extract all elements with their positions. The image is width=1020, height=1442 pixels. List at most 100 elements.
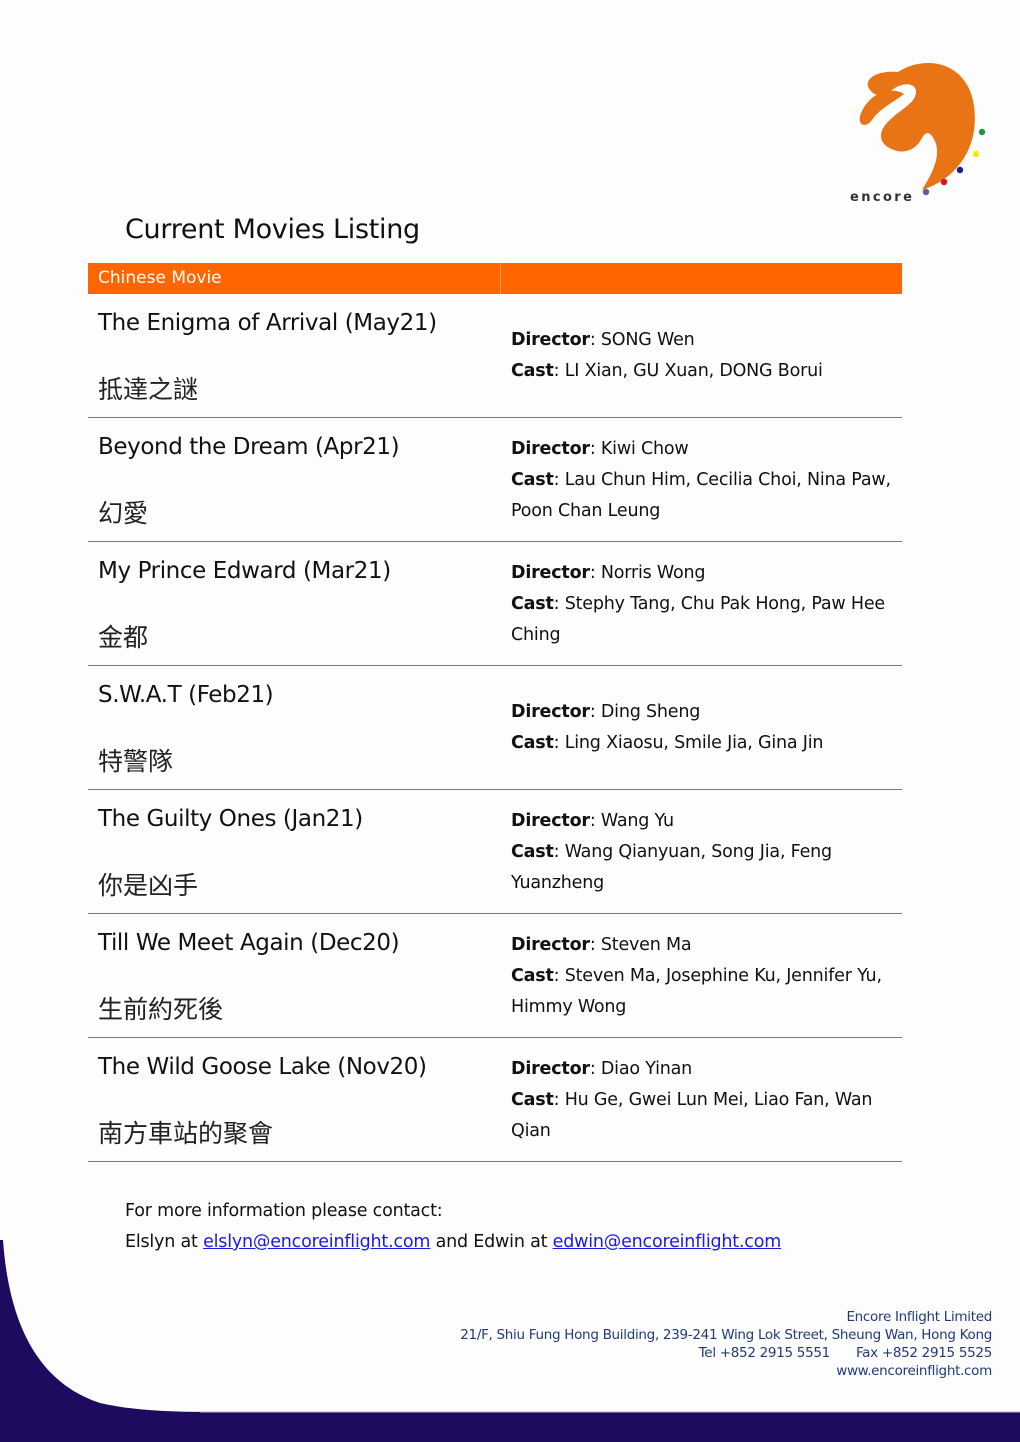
cast-label: Cast <box>511 733 554 753</box>
movie-title: The Enigma of Arrival (May21) <box>98 310 437 336</box>
cast-line: Cast: Steven Ma, Josephine Ku, Jennifer … <box>511 966 882 1017</box>
movie-title-cell: The Guilty Ones (Jan21) 你是凶手 <box>88 790 501 913</box>
movie-row: Till We Meet Again (Dec20) 生前約死後 Director:… <box>88 914 902 1038</box>
movie-credits-cell: Director: Norris Wong Cast: Stephy Tang, … <box>501 542 902 665</box>
movie-row: My Prince Edward (Mar21) 金都 Director: Norr… <box>88 542 902 666</box>
movie-title-cell: S.W.A.T (Feb21) 特警隊 <box>88 666 501 789</box>
director-value: Norris Wong <box>600 563 706 583</box>
director-line: Director: Diao Yinan <box>511 1059 693 1079</box>
movie-credits-cell: Director: Wang Yu Cast: Wang Qianyuan, So… <box>501 790 902 913</box>
cast-line: Cast: Wang Qianyuan, Song Jia, Feng Yuan… <box>511 842 832 893</box>
cast-label: Cast <box>511 594 554 614</box>
logo-dot-green-icon <box>978 128 986 136</box>
director-label: Director <box>511 811 590 831</box>
footer-address-block: Encore Inflight Limited 21/F, Shiu Fung … <box>460 1308 992 1380</box>
footer-website[interactable]: www.encoreinflight.com <box>460 1362 992 1380</box>
director-label: Director <box>511 330 590 350</box>
movie-credits: Director: Kiwi Chow Cast: Lau Chun Him, C… <box>511 434 894 527</box>
movie-title-cell: Till We Meet Again (Dec20) 生前約死後 <box>88 914 501 1037</box>
footer-company: Encore Inflight Limited <box>846 1309 992 1325</box>
movie-title-cell: My Prince Edward (Mar21) 金都 <box>88 542 501 665</box>
movie-title-cell: The Enigma of Arrival (May21) 抵達之謎 <box>88 294 501 417</box>
cast-value: LI Xian, GU Xuan, DONG Borui <box>564 361 823 381</box>
movie-title-cell: Beyond the Dream (Apr21) 幻愛 <box>88 418 501 541</box>
movie-chinese-title: 金都 <box>98 623 149 652</box>
director-line: Director: Kiwi Chow <box>511 439 689 459</box>
movie-row: The Wild Goose Lake (Nov20) 南方車站的聚會 Direct… <box>88 1038 902 1162</box>
movie-chinese-title: 生前約死後 <box>98 995 224 1024</box>
movie-chinese-title: 你是凶手 <box>98 871 199 900</box>
cast-label: Cast <box>511 361 554 381</box>
cast-value: Stephy Tang, Chu Pak Hong, Paw Hee Ching <box>511 594 886 645</box>
movie-title: The Wild Goose Lake (Nov20) <box>98 1054 427 1080</box>
cast-line: Cast: Lau Chun Him, Cecilia Choi, Nina P… <box>511 470 891 521</box>
movie-credits: Director: Wang Yu Cast: Wang Qianyuan, So… <box>511 806 894 899</box>
movie-chinese-title: 南方車站的聚會 <box>98 1119 274 1148</box>
movie-credits: Director: Norris Wong Cast: Stephy Tang, … <box>511 558 894 651</box>
cast-line: Cast: Ling Xiaosu, Smile Jia, Gina Jin <box>511 733 824 753</box>
director-label: Director <box>511 563 590 583</box>
movie-title: S.W.A.T (Feb21) <box>98 682 274 708</box>
cast-value: Hu Ge, Gwei Lun Mei, Liao Fan, Wan Qian <box>511 1090 873 1141</box>
movie-credits: Director: SONG Wen Cast: LI Xian, GU Xuan… <box>511 325 894 387</box>
movie-credits-cell: Director: Ding Sheng Cast: Ling Xiaosu, S… <box>501 666 902 789</box>
director-line: Director: SONG Wen <box>511 330 695 350</box>
movie-title-cell: The Wild Goose Lake (Nov20) 南方車站的聚會 <box>88 1038 501 1161</box>
director-label: Director <box>511 439 590 459</box>
cast-label: Cast <box>511 842 554 862</box>
director-label: Director <box>511 935 590 955</box>
movie-row: The Guilty Ones (Jan21) 你是凶手 Director: Wan… <box>88 790 902 914</box>
cast-label: Cast <box>511 1090 554 1110</box>
cast-line: Cast: Stephy Tang, Chu Pak Hong, Paw Hee… <box>511 594 886 645</box>
movie-credits: Director: Ding Sheng Cast: Ling Xiaosu, S… <box>511 697 894 759</box>
logo-wordmark: encore <box>850 190 914 205</box>
director-value: Diao Yinan <box>600 1059 693 1079</box>
director-value: Ding Sheng <box>600 702 701 722</box>
movie-title: My Prince Edward (Mar21) <box>98 558 391 584</box>
cast-value: Ling Xiaosu, Smile Jia, Gina Jin <box>564 733 824 753</box>
movie-credits-cell: Director: Diao Yinan Cast: Hu Ge, Gwei Lu… <box>501 1038 902 1161</box>
movie-row: The Enigma of Arrival (May21) 抵達之謎 Directo… <box>88 294 902 418</box>
cast-label: Cast <box>511 470 554 490</box>
movie-title: Beyond the Dream (Apr21) <box>98 434 400 460</box>
movie-credits: Director: Steven Ma Cast: Steven Ma, Jose… <box>511 930 894 1023</box>
director-label: Director <box>511 1059 590 1079</box>
movie-chinese-title: 特警隊 <box>98 747 174 776</box>
header-right-cell <box>501 263 902 294</box>
contact-intro: For more information please contact: <box>125 1201 443 1221</box>
cast-value: Steven Ma, Josephine Ku, Jennifer Yu, Hi… <box>511 966 882 1017</box>
director-line: Director: Norris Wong <box>511 563 706 583</box>
director-line: Director: Steven Ma <box>511 935 692 955</box>
movie-credits-cell: Director: Steven Ma Cast: Steven Ma, Jose… <box>501 914 902 1037</box>
cast-label: Cast <box>511 966 554 986</box>
movie-credits: Director: Diao Yinan Cast: Hu Ge, Gwei Lu… <box>511 1054 894 1147</box>
director-label: Director <box>511 702 590 722</box>
movie-credits-cell: Director: Kiwi Chow Cast: Lau Chun Him, C… <box>501 418 902 541</box>
director-value: Kiwi Chow <box>600 439 689 459</box>
footer-fax: Fax +852 2915 5525 <box>855 1345 992 1361</box>
cast-value: Lau Chun Him, Cecilia Choi, Nina Paw, Po… <box>511 470 891 521</box>
movie-rows: The Enigma of Arrival (May21) 抵達之謎 Directo… <box>88 294 902 1162</box>
table-header-row: Chinese Movie <box>88 263 902 294</box>
movie-row: S.W.A.T (Feb21) 特警隊 Director: Ding Sheng Ca… <box>88 666 902 790</box>
cast-value: Wang Qianyuan, Song Jia, Feng Yuanzheng <box>511 842 832 893</box>
page-title: Current Movies Listing <box>125 214 420 245</box>
cast-line: Cast: LI Xian, GU Xuan, DONG Borui <box>511 361 823 381</box>
movie-row: Beyond the Dream (Apr21) 幻愛 Director: Kiwi… <box>88 418 902 542</box>
director-value: SONG Wen <box>600 330 695 350</box>
footer-address: 21/F, Shiu Fung Hong Building, 239-241 W… <box>460 1327 992 1343</box>
footer-phone-line: Tel +852 2915 5551 Fax +852 2915 5525 <box>460 1344 993 1362</box>
category-header: Chinese Movie <box>88 263 501 294</box>
logo-dot-purple-icon <box>922 188 930 196</box>
footer-tel: Tel +852 2915 5551 <box>698 1345 831 1361</box>
director-value: Steven Ma <box>600 935 692 955</box>
logo-dot-red-icon <box>940 178 948 186</box>
director-value: Wang Yu <box>600 811 674 831</box>
movie-listing-table: Chinese Movie The Enigma of Arrival (May… <box>88 263 902 1162</box>
logo-dot-yellow-icon <box>972 150 980 158</box>
movie-chinese-title: 抵達之謎 <box>98 375 199 404</box>
movie-chinese-title: 幻愛 <box>98 499 149 528</box>
cast-line: Cast: Hu Ge, Gwei Lun Mei, Liao Fan, Wan… <box>511 1090 873 1141</box>
logo-dot-blue-icon <box>956 166 964 174</box>
movie-title: The Guilty Ones (Jan21) <box>98 806 363 832</box>
